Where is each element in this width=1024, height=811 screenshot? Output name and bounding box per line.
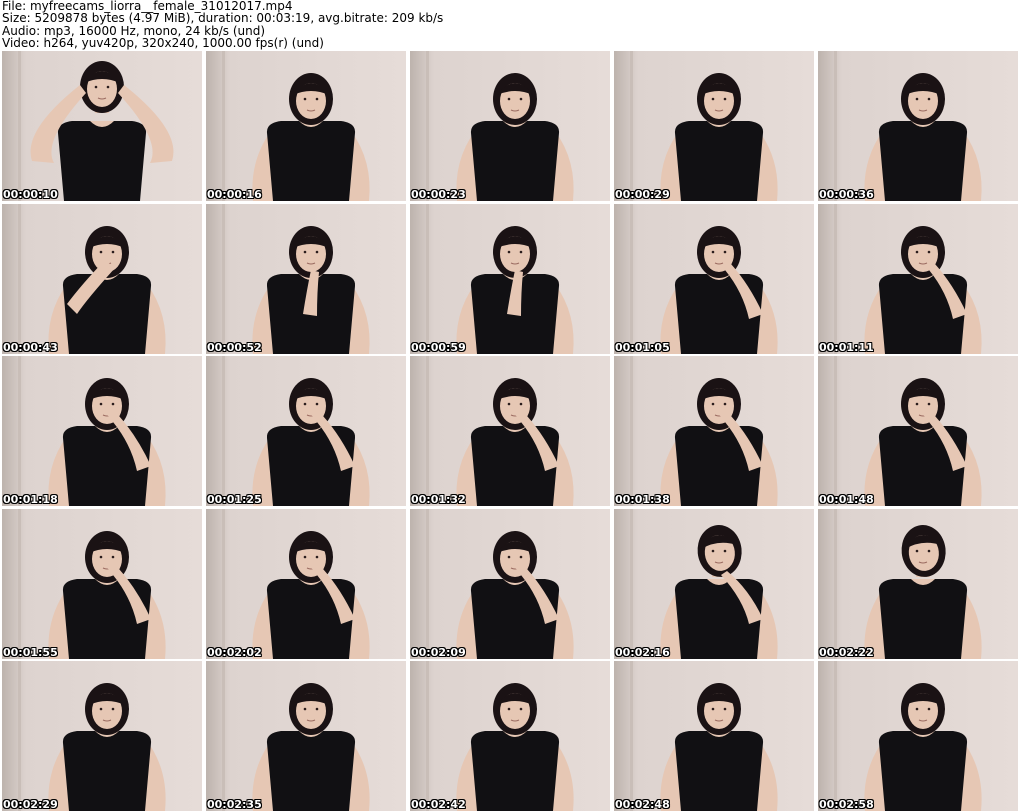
video-frame-thumbnail: 00:01:48 [818, 356, 1018, 506]
thumbnail-grid: 00:00:10 00:00:16 00:00:23 00:00:29 00:00:36… [2, 51, 1022, 811]
frame-timestamp: 00:00:16 [207, 188, 262, 201]
frame-timestamp: 00:01:18 [3, 493, 58, 506]
frame-image [614, 51, 814, 201]
video-frame-thumbnail: 00:01:05 [614, 203, 814, 354]
frame-timestamp: 00:01:38 [615, 493, 670, 506]
frame-timestamp: 00:02:48 [615, 798, 670, 811]
frame-timestamp: 00:02:35 [207, 798, 262, 811]
frame-image [206, 51, 406, 201]
video-frame-thumbnail: 00:02:02 [206, 508, 406, 659]
frame-timestamp: 00:00:29 [615, 188, 670, 201]
frame-timestamp: 00:00:52 [207, 340, 262, 354]
frame-timestamp: 00:00:36 [819, 188, 874, 201]
frame-timestamp: 00:01:05 [615, 340, 670, 354]
frame-image [2, 508, 202, 659]
video-frame-thumbnail: 00:01:55 [2, 508, 202, 659]
video-frame-thumbnail: 00:02:22 [818, 508, 1018, 659]
file-size-line: Size: 5209878 bytes (4.97 MiB), duration… [2, 11, 444, 26]
frame-image [2, 661, 202, 811]
frame-image [410, 661, 610, 811]
frame-timestamp: 00:01:25 [207, 493, 262, 506]
video-frame-thumbnail: 00:00:16 [206, 51, 406, 201]
frame-timestamp: 00:02:58 [819, 798, 874, 811]
frame-image [206, 356, 406, 506]
video-frame-thumbnail: 00:02:35 [206, 661, 406, 811]
video-frame-thumbnail: 00:00:52 [206, 203, 406, 354]
video-frame-thumbnail: 00:00:59 [410, 203, 610, 354]
video-frame-thumbnail: 00:00:43 [2, 203, 202, 354]
frame-image [206, 203, 406, 354]
frame-timestamp: 00:02:16 [615, 645, 670, 659]
frame-timestamp: 00:00:10 [3, 188, 58, 201]
frame-timestamp: 00:02:42 [411, 798, 466, 811]
frame-image [818, 51, 1018, 201]
frame-image [818, 661, 1018, 811]
video-frame-thumbnail: 00:02:42 [410, 661, 610, 811]
frame-timestamp: 00:01:48 [819, 493, 874, 506]
frame-image [2, 51, 202, 201]
video-frame-thumbnail: 00:01:38 [614, 356, 814, 506]
frame-image [206, 508, 406, 659]
frame-timestamp: 00:00:23 [411, 188, 466, 201]
frame-timestamp: 00:00:43 [3, 340, 58, 354]
frame-image [410, 356, 610, 506]
frame-image [614, 661, 814, 811]
frame-timestamp: 00:02:09 [411, 645, 466, 659]
frame-image [410, 51, 610, 201]
file-info-header: File: myfreecams_liorra__female_31012017… [2, 0, 1022, 50]
frame-image [614, 508, 814, 659]
video-info-line: Video: h264, yuv420p, 320x240, 1000.00 f… [2, 36, 324, 51]
frame-timestamp: 00:01:32 [411, 493, 466, 506]
frame-timestamp: 00:01:55 [3, 645, 58, 659]
frame-image [410, 203, 610, 354]
frame-image [614, 356, 814, 506]
frame-image [2, 203, 202, 354]
video-frame-thumbnail: 00:02:16 [614, 508, 814, 659]
video-frame-thumbnail: 00:01:18 [2, 356, 202, 506]
video-frame-thumbnail: 00:02:09 [410, 508, 610, 659]
video-frame-thumbnail: 00:00:36 [818, 51, 1018, 201]
video-frame-thumbnail: 00:01:32 [410, 356, 610, 506]
frame-timestamp: 00:02:22 [819, 645, 874, 659]
frame-timestamp: 00:00:59 [411, 340, 466, 354]
video-frame-thumbnail: 00:00:29 [614, 51, 814, 201]
frame-image [818, 508, 1018, 659]
video-frame-thumbnail: 00:01:11 [818, 203, 1018, 354]
frame-image [818, 203, 1018, 354]
frame-image [410, 508, 610, 659]
video-frame-thumbnail: 00:00:23 [410, 51, 610, 201]
frame-image [614, 203, 814, 354]
frame-image [206, 661, 406, 811]
video-frame-thumbnail: 00:02:48 [614, 661, 814, 811]
frame-image [818, 356, 1018, 506]
frame-timestamp: 00:02:02 [207, 645, 262, 659]
frame-image [2, 356, 202, 506]
video-frame-thumbnail: 00:02:58 [818, 661, 1018, 811]
video-frame-thumbnail: 00:01:25 [206, 356, 406, 506]
frame-timestamp: 00:02:29 [3, 798, 58, 811]
frame-timestamp: 00:01:11 [819, 340, 874, 354]
video-frame-thumbnail: 00:02:29 [2, 661, 202, 811]
video-frame-thumbnail: 00:00:10 [2, 51, 202, 201]
